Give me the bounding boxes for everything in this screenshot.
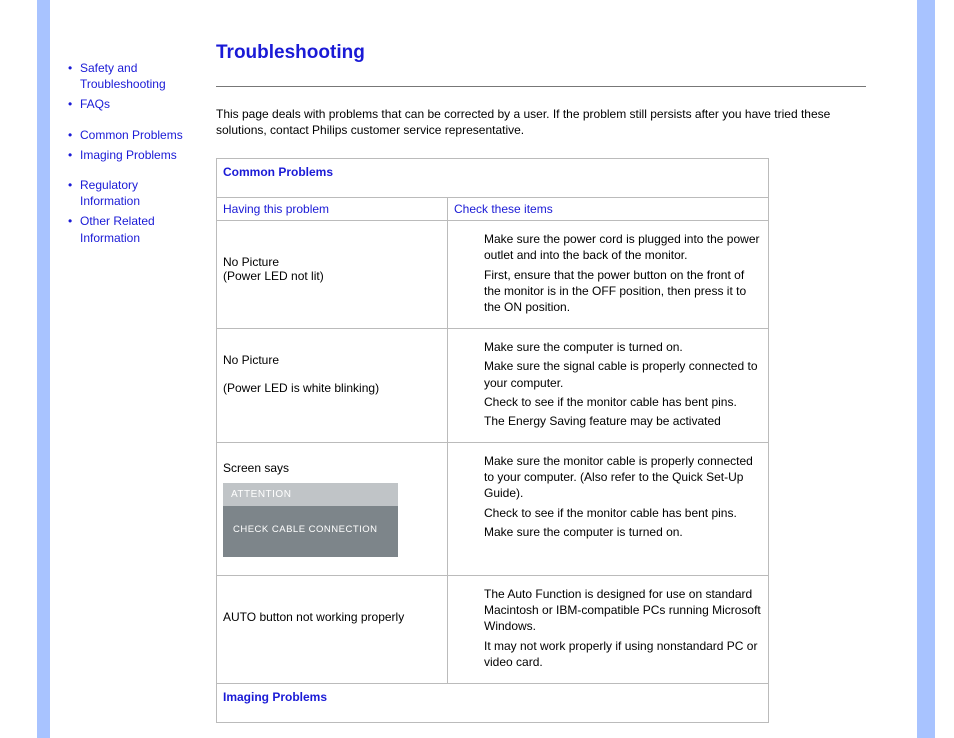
solution-item: It may not work properly if using nonsta…	[484, 638, 762, 670]
solution-item: Make sure the computer is turned on.	[484, 524, 762, 540]
col-head-check: Check these items	[448, 198, 769, 221]
main-content: Troubleshooting This page deals with pro…	[216, 42, 906, 723]
table-row: No Picture (Power LED not lit) Make sure…	[217, 221, 769, 329]
page-root: Safety and Troubleshooting FAQs Common P…	[0, 0, 954, 738]
solution-item: Make sure the power cord is plugged into…	[484, 231, 762, 263]
header-row: Having this problem Check these items	[217, 198, 769, 221]
sidebar-item-regulatory[interactable]: Regulatory Information	[68, 177, 196, 209]
solution-cell: Make sure the monitor cable is properly …	[448, 443, 769, 576]
solution-item: Make sure the signal cable is properly c…	[484, 358, 762, 390]
sidebar-item-other-related[interactable]: Other Related Information	[68, 213, 196, 245]
solution-cell: Make sure the power cord is plugged into…	[448, 221, 769, 329]
solution-item: The Auto Function is designed for use on…	[484, 586, 762, 635]
section-row-common: Common Problems	[217, 159, 769, 198]
problem-text: No Picture	[223, 255, 279, 269]
problem-text-sub: (Power LED not lit)	[223, 269, 324, 283]
link-common-problems[interactable]: Common Problems	[80, 128, 183, 142]
link-faqs[interactable]: FAQs	[80, 97, 110, 111]
sidebar-item-faqs[interactable]: FAQs	[68, 96, 196, 112]
sidebar-item-safety[interactable]: Safety and Troubleshooting	[68, 60, 196, 92]
section-title-imaging-problems: Imaging Problems	[217, 684, 769, 723]
table-row: AUTO button not working properly The Aut…	[217, 576, 769, 684]
problem-cell-screen-says: Screen says ATTENTION CHECK CABLE CONNEC…	[217, 443, 448, 576]
intro-paragraph: This page deals with problems that can b…	[216, 107, 866, 138]
solution-item: First, ensure that the power button on t…	[484, 267, 762, 316]
attention-message: CHECK CABLE CONNECTION	[223, 506, 398, 557]
link-other-related[interactable]: Other Related Information	[80, 214, 155, 244]
sidebar-item-imaging-problems[interactable]: Imaging Problems	[68, 147, 196, 163]
solution-item: Check to see if the monitor cable has be…	[484, 394, 762, 410]
sidebar-nav: Safety and Troubleshooting FAQs Common P…	[68, 60, 196, 250]
link-safety[interactable]: Safety and Troubleshooting	[80, 61, 166, 91]
link-regulatory[interactable]: Regulatory Information	[80, 178, 140, 208]
section-title-common-problems: Common Problems	[217, 159, 769, 198]
attention-graphic: ATTENTION CHECK CABLE CONNECTION	[223, 483, 398, 557]
title-rule	[216, 86, 866, 87]
decor-bar-left	[37, 0, 50, 738]
problem-text: AUTO button not working properly	[223, 610, 404, 624]
sidebar-item-common-problems[interactable]: Common Problems	[68, 127, 196, 143]
solution-item: Make sure the monitor cable is properly …	[484, 453, 762, 502]
table-row: Screen says ATTENTION CHECK CABLE CONNEC…	[217, 443, 769, 576]
problem-cell-no-picture-led-off: No Picture (Power LED not lit)	[217, 221, 448, 329]
problem-cell-auto-button: AUTO button not working properly	[217, 576, 448, 684]
page-title: Troubleshooting	[216, 42, 906, 64]
problem-cell-no-picture-blink: No Picture (Power LED is white blinking)	[217, 329, 448, 443]
solution-cell: The Auto Function is designed for use on…	[448, 576, 769, 684]
link-imaging-problems[interactable]: Imaging Problems	[80, 148, 177, 162]
section-row-imaging: Imaging Problems	[217, 684, 769, 723]
solution-item: The Energy Saving feature may be activat…	[484, 413, 762, 429]
problem-text: No Picture	[223, 353, 279, 367]
decor-bar-right	[917, 0, 935, 738]
table-row: No Picture (Power LED is white blinking)…	[217, 329, 769, 443]
solution-item: Make sure the computer is turned on.	[484, 339, 762, 355]
attention-label: ATTENTION	[223, 483, 398, 506]
problem-text-sub: (Power LED is white blinking)	[223, 381, 379, 395]
solution-item: Check to see if the monitor cable has be…	[484, 505, 762, 521]
solution-cell: Make sure the computer is turned on. Mak…	[448, 329, 769, 443]
troubleshooting-table: Common Problems Having this problem Chec…	[216, 158, 769, 723]
col-head-problem: Having this problem	[217, 198, 448, 221]
problem-text: Screen says	[223, 461, 289, 475]
